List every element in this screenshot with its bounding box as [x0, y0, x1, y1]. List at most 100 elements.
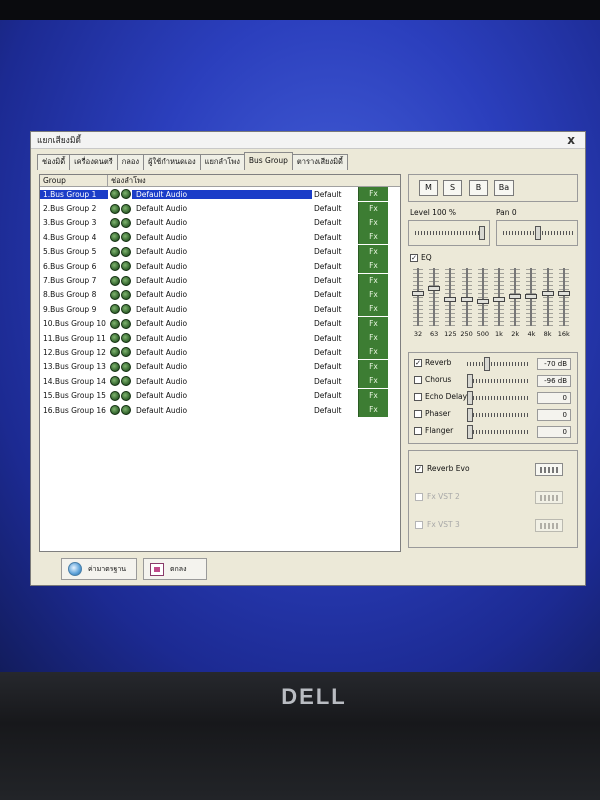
- list-row[interactable]: 7.Bus Group 7 Default Audio Default Fx: [40, 273, 400, 288]
- left-speaker-icon[interactable]: [110, 347, 120, 358]
- fx-plugin-settings-button[interactable]: [535, 491, 563, 504]
- output-mode[interactable]: Default: [312, 190, 358, 199]
- list-row[interactable]: 11.Bus Group 11 Default Audio Default Fx: [40, 331, 400, 346]
- level-slider[interactable]: [415, 226, 485, 240]
- effect-slider[interactable]: [467, 408, 529, 422]
- output-mode[interactable]: Default: [312, 276, 358, 285]
- audio-device[interactable]: Default Audio: [132, 406, 312, 415]
- left-speaker-icon[interactable]: [110, 318, 120, 329]
- fx-button[interactable]: Fx: [358, 273, 388, 288]
- effect-slider[interactable]: [467, 391, 529, 405]
- output-mode[interactable]: Default: [312, 406, 358, 415]
- ok-button[interactable]: ตกลง: [143, 558, 207, 580]
- eq-band-slider[interactable]: [412, 268, 424, 326]
- right-speaker-icon[interactable]: [121, 217, 131, 228]
- effect-checkbox[interactable]: [414, 393, 422, 401]
- output-mode[interactable]: Default: [312, 290, 358, 299]
- list-row[interactable]: 5.Bus Group 5 Default Audio Default Fx: [40, 244, 400, 259]
- tab-instruments[interactable]: เครื่องดนตรี: [69, 154, 118, 170]
- output-mode[interactable]: Default: [312, 348, 358, 357]
- output-mode[interactable]: Default: [312, 305, 358, 314]
- list-row[interactable]: 12.Bus Group 12 Default Audio Default Fx: [40, 345, 400, 360]
- eq-band-slider[interactable]: [460, 268, 473, 326]
- right-speaker-icon[interactable]: [121, 275, 131, 286]
- fx-button[interactable]: Fx: [358, 359, 388, 374]
- list-row[interactable]: 8.Bus Group 8 Default Audio Default Fx: [40, 287, 400, 302]
- right-speaker-icon[interactable]: [121, 289, 131, 300]
- eq-band-slider[interactable]: [444, 268, 457, 326]
- left-speaker-icon[interactable]: [110, 361, 120, 372]
- fx-plugin-settings-button[interactable]: [535, 463, 563, 476]
- right-speaker-icon[interactable]: [121, 246, 131, 257]
- effect-checkbox[interactable]: [414, 376, 422, 384]
- left-speaker-icon[interactable]: [110, 203, 120, 214]
- audio-device[interactable]: Default Audio: [132, 276, 312, 285]
- effect-checkbox[interactable]: ✓: [414, 359, 422, 367]
- effect-slider-knob[interactable]: [467, 374, 473, 388]
- eq-band-slider[interactable]: [541, 268, 554, 326]
- output-mode[interactable]: Default: [312, 391, 358, 400]
- audio-device[interactable]: Default Audio: [132, 362, 312, 371]
- fx-button[interactable]: Fx: [358, 316, 388, 331]
- effect-slider-knob[interactable]: [467, 425, 473, 439]
- list-row[interactable]: 6.Bus Group 6 Default Audio Default Fx: [40, 259, 400, 274]
- left-speaker-icon[interactable]: [110, 261, 120, 272]
- eq-band-slider[interactable]: [428, 268, 441, 326]
- fx-button[interactable]: Fx: [358, 187, 388, 202]
- eq-band-knob[interactable]: [444, 296, 457, 302]
- eq-band-knob[interactable]: [412, 291, 424, 297]
- right-speaker-icon[interactable]: [121, 189, 131, 200]
- pan-slider-knob[interactable]: [535, 226, 541, 240]
- list-row[interactable]: 4.Bus Group 4 Default Audio Default Fx: [40, 230, 400, 245]
- effect-slider-knob[interactable]: [467, 391, 473, 405]
- column-header-speaker[interactable]: ช่องลำโพง: [108, 175, 400, 186]
- list-row[interactable]: 16.Bus Group 16 Default Audio Default Fx: [40, 403, 400, 418]
- tab-speaker-split[interactable]: แยกลำโพง: [199, 154, 245, 170]
- fx-button[interactable]: Fx: [358, 259, 388, 274]
- right-speaker-icon[interactable]: [121, 304, 131, 315]
- left-speaker-icon[interactable]: [110, 333, 120, 344]
- close-button[interactable]: x: [567, 133, 575, 147]
- effect-checkbox[interactable]: [414, 410, 422, 418]
- fx-button[interactable]: Fx: [358, 403, 388, 418]
- fx-plugin-checkbox[interactable]: ✓: [415, 465, 423, 473]
- list-row[interactable]: 1.Bus Group 1 Default Audio Default Fx: [40, 187, 400, 202]
- list-row[interactable]: 13.Bus Group 13 Default Audio Default Fx: [40, 359, 400, 374]
- audio-device[interactable]: Default Audio: [132, 334, 312, 343]
- left-speaker-icon[interactable]: [110, 376, 120, 387]
- b-button[interactable]: B: [469, 180, 488, 196]
- fx-plugin-checkbox[interactable]: [415, 521, 423, 529]
- left-speaker-icon[interactable]: [110, 405, 120, 416]
- audio-device[interactable]: Default Audio: [132, 290, 312, 299]
- tab-drums[interactable]: กลอง: [116, 154, 145, 170]
- output-mode[interactable]: Default: [312, 247, 358, 256]
- effect-slider[interactable]: [467, 425, 529, 439]
- right-speaker-icon[interactable]: [121, 318, 131, 329]
- list-row[interactable]: 15.Bus Group 15 Default Audio Default Fx: [40, 388, 400, 403]
- fx-button[interactable]: Fx: [358, 287, 388, 302]
- fx-plugin-checkbox[interactable]: [415, 493, 423, 501]
- fx-button[interactable]: Fx: [358, 388, 388, 403]
- eq-band-knob[interactable]: [428, 286, 441, 292]
- mute-button[interactable]: M: [419, 180, 438, 196]
- audio-device[interactable]: Default Audio: [132, 348, 312, 357]
- tab-midi-table[interactable]: ตารางเสียงมิดี้: [291, 154, 348, 170]
- list-row[interactable]: 9.Bus Group 9 Default Audio Default Fx: [40, 302, 400, 317]
- fx-button[interactable]: Fx: [358, 230, 388, 245]
- eq-band-slider[interactable]: [509, 268, 522, 326]
- left-speaker-icon[interactable]: [110, 390, 120, 401]
- fx-button[interactable]: Fx: [358, 215, 388, 230]
- audio-device[interactable]: Default Audio: [132, 218, 312, 227]
- tab-bus-group[interactable]: Bus Group: [243, 152, 293, 170]
- right-speaker-icon[interactable]: [121, 333, 131, 344]
- eq-band-slider[interactable]: [557, 268, 570, 326]
- eq-band-knob[interactable]: [493, 296, 505, 302]
- list-row[interactable]: 2.Bus Group 2 Default Audio Default Fx: [40, 201, 400, 216]
- audio-device[interactable]: Default Audio: [132, 247, 312, 256]
- eq-band-knob[interactable]: [476, 299, 489, 305]
- audio-device[interactable]: Default Audio: [132, 262, 312, 271]
- left-speaker-icon[interactable]: [110, 275, 120, 286]
- fx-button[interactable]: Fx: [358, 201, 388, 216]
- eq-band-knob[interactable]: [541, 291, 554, 297]
- list-row[interactable]: 10.Bus Group 10 Default Audio Default Fx: [40, 316, 400, 331]
